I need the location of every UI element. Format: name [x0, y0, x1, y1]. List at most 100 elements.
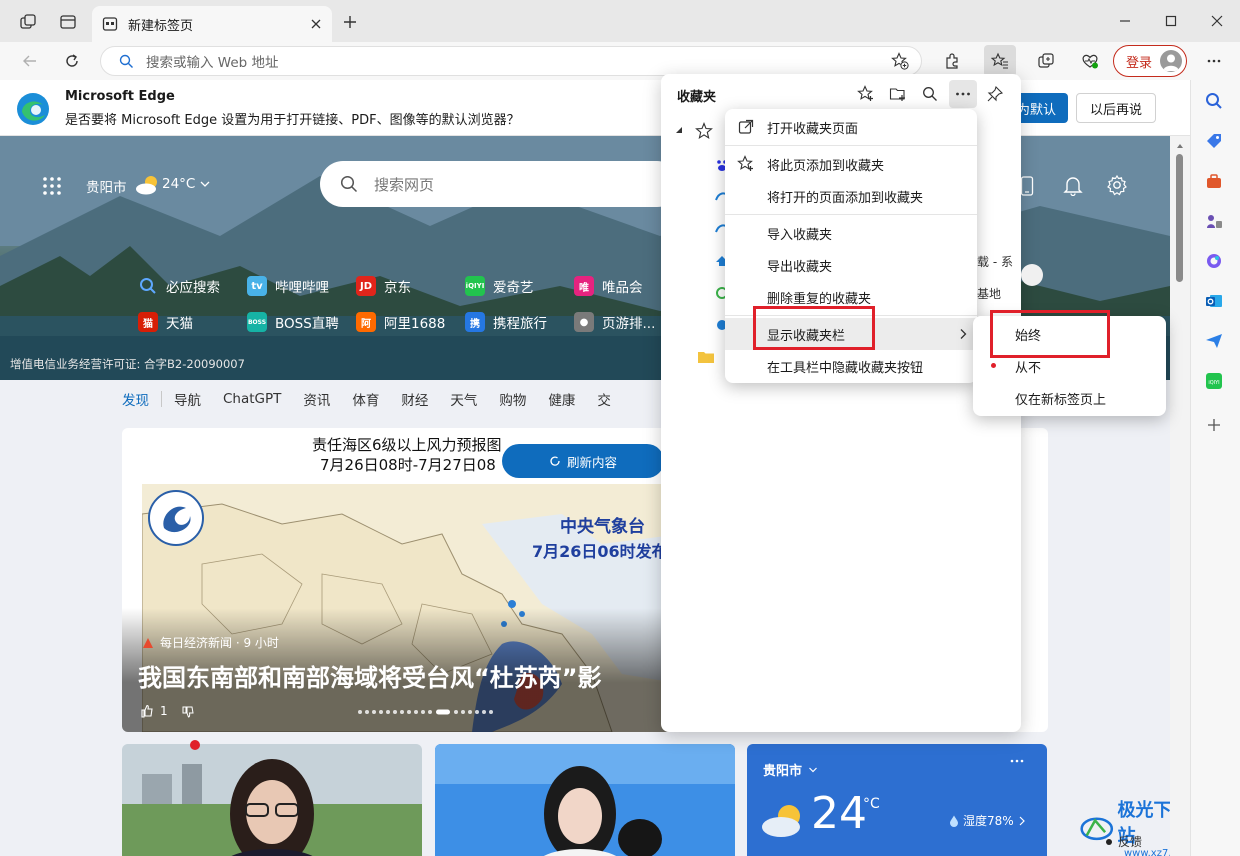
- nav-item[interactable]: 导航: [174, 389, 201, 409]
- sidebar-add-icon[interactable]: [1201, 412, 1227, 438]
- news-headline[interactable]: 我国东南部和南部海域将受台风“杜苏芮”影: [138, 658, 602, 693]
- mobile-icon[interactable]: [1020, 176, 1034, 196]
- news-card-photo-2[interactable]: [435, 744, 735, 856]
- close-window-button[interactable]: [1194, 0, 1240, 42]
- back-button[interactable]: [14, 45, 46, 77]
- menu-item-add-this-page[interactable]: 将此页添加到收藏夹: [725, 148, 977, 180]
- menu-item-add-open-pages[interactable]: 将打开的页面添加到收藏夹: [725, 180, 977, 212]
- feedback-button[interactable]: 反馈: [1106, 833, 1142, 850]
- weather-city: 贵阳市: [86, 180, 127, 196]
- nav-item[interactable]: 体育: [352, 389, 379, 409]
- sidebar-copilot-icon[interactable]: [1201, 248, 1227, 274]
- collections-button[interactable]: [1030, 45, 1062, 77]
- scrollbar-thumb[interactable]: [1176, 154, 1183, 282]
- nav-item[interactable]: ChatGPT: [223, 391, 281, 407]
- address-bar[interactable]: 搜索或输入 Web 地址: [100, 46, 922, 76]
- page-settings-gear-icon[interactable]: [1106, 174, 1128, 196]
- apps-grid-icon[interactable]: [42, 176, 62, 196]
- notification-bell-icon[interactable]: [1062, 174, 1084, 196]
- browser-essentials-icon[interactable]: [1074, 45, 1106, 77]
- iqiyi-icon: iQIYI: [465, 276, 485, 296]
- quick-link-1688[interactable]: 阿 阿里1688: [356, 312, 445, 332]
- infobar-message: 是否要将 Microsoft Edge 设置为用于打开链接、PDF、图像等的默认…: [65, 113, 520, 128]
- weather-card-humidity-row[interactable]: 湿度78%: [949, 812, 1026, 829]
- quick-link-ctrip[interactable]: 携 携程旅行: [465, 312, 547, 332]
- weather-card-city-toggle[interactable]: 贵阳市: [763, 760, 818, 779]
- nav-item[interactable]: 天气: [450, 389, 477, 409]
- pin-panel-icon[interactable]: [986, 85, 1004, 103]
- news-card-photo-1[interactable]: [122, 744, 422, 856]
- menu-item-hide-favorites-button[interactable]: 在工具栏中隐藏收藏夹按钮: [725, 350, 977, 382]
- sidebar-tools-icon[interactable]: [1201, 168, 1227, 194]
- like-button[interactable]: 1: [140, 704, 168, 718]
- highlight-box-show-favorites-bar: [753, 306, 875, 350]
- close-tab-icon[interactable]: [310, 18, 322, 30]
- refresh-content-button[interactable]: 刷新内容: [502, 444, 664, 478]
- weather-temp-toggle[interactable]: 24°C: [162, 176, 211, 192]
- add-folder-icon[interactable]: [889, 85, 907, 103]
- favorites-button[interactable]: [984, 45, 1016, 77]
- weather-card-more-icon[interactable]: [1009, 758, 1025, 764]
- more-options-icon[interactable]: [1021, 264, 1043, 286]
- favorite-item-partial-label[interactable]: 基地: [977, 285, 1001, 302]
- open-external-icon: [725, 119, 767, 135]
- scroll-up-arrow-icon[interactable]: [1177, 144, 1183, 148]
- extensions-button[interactable]: [936, 45, 968, 77]
- quick-link-bing[interactable]: 必应搜索: [138, 276, 220, 296]
- sidebar-games-icon[interactable]: [1201, 208, 1227, 234]
- quick-link-boss[interactable]: BOSS BOSS直聘: [247, 312, 339, 332]
- quick-link-jd[interactable]: JD 京东: [356, 276, 411, 296]
- submenu-item-new-tab-only[interactable]: 仅在新标签页上: [973, 382, 1166, 414]
- chevron-down-icon: [200, 181, 210, 187]
- add-favorite-icon[interactable]: [891, 52, 909, 70]
- minimize-button[interactable]: [1102, 0, 1148, 42]
- search-favorites-icon[interactable]: [922, 86, 938, 102]
- nav-item[interactable]: 购物: [499, 389, 526, 409]
- workspaces-icon[interactable]: [12, 6, 44, 38]
- title-bar: 新建标签页: [0, 0, 1240, 42]
- nav-item[interactable]: 财经: [401, 389, 428, 409]
- sidebar-iqiyi-icon[interactable]: iQIYI: [1201, 368, 1227, 394]
- favorites-more-options-button[interactable]: [949, 80, 977, 108]
- quick-link-tmall[interactable]: 猫 天猫: [138, 312, 193, 332]
- login-button[interactable]: 登录: [1113, 45, 1187, 77]
- menu-item-import-favorites[interactable]: 导入收藏夹: [725, 217, 977, 249]
- thumbs-down-icon[interactable]: [182, 706, 194, 718]
- carousel-dots[interactable]: [356, 708, 496, 716]
- refresh-icon: [550, 456, 560, 466]
- later-button[interactable]: 以后再说: [1076, 93, 1156, 123]
- add-page-favorite-icon[interactable]: [857, 85, 875, 103]
- sidebar-send-icon[interactable]: [1201, 328, 1227, 354]
- quick-link-vip[interactable]: 唯 唯品会: [574, 276, 643, 296]
- nav-item[interactable]: 交: [597, 389, 611, 409]
- news-source: 每日经济新闻 · 9 小时: [142, 634, 279, 651]
- address-input[interactable]: 搜索或输入 Web 地址: [146, 51, 879, 71]
- sidebar-outlook-icon[interactable]: [1201, 288, 1227, 314]
- vertical-tabs-icon[interactable]: [52, 6, 84, 38]
- menu-item-label: 打开收藏夹页面: [767, 121, 859, 137]
- nav-item[interactable]: 发现: [122, 389, 149, 409]
- sidebar-search-icon[interactable]: [1201, 88, 1227, 114]
- tab-title: 新建标签页: [128, 18, 194, 34]
- map-time: 7月26日06时发布: [532, 542, 668, 561]
- feedback-label: 反馈: [1118, 835, 1143, 849]
- collapse-triangle-icon[interactable]: [675, 126, 683, 134]
- menu-item-open-favorites-page[interactable]: 打开收藏夹页面: [725, 111, 977, 143]
- refresh-button[interactable]: [56, 45, 88, 77]
- maximize-button[interactable]: [1148, 0, 1194, 42]
- settings-more-button[interactable]: [1198, 45, 1230, 77]
- sidebar-shopping-tag-icon[interactable]: [1201, 128, 1227, 154]
- weather-card[interactable]: 贵阳市 24 °C 湿度78%: [747, 744, 1047, 856]
- web-search-box[interactable]: 搜索网页: [320, 161, 680, 207]
- search-icon: [340, 175, 358, 193]
- tab-new-tab[interactable]: 新建标签页: [92, 6, 332, 42]
- menu-item-export-favorites[interactable]: 导出收藏夹: [725, 249, 977, 281]
- new-tab-button[interactable]: [334, 6, 366, 38]
- nav-item[interactable]: 资讯: [303, 389, 330, 409]
- quick-link-games[interactable]: ● 页游排...: [574, 312, 655, 332]
- page-scrollbar[interactable]: [1170, 136, 1190, 856]
- favorite-item-partial-label[interactable]: 载 - 系: [977, 253, 1013, 270]
- nav-item[interactable]: 健康: [548, 389, 575, 409]
- quick-link-bilibili[interactable]: tv 哔哩哔哩: [247, 276, 329, 296]
- quick-link-iqiyi[interactable]: iQIYI 爱奇艺: [465, 276, 534, 296]
